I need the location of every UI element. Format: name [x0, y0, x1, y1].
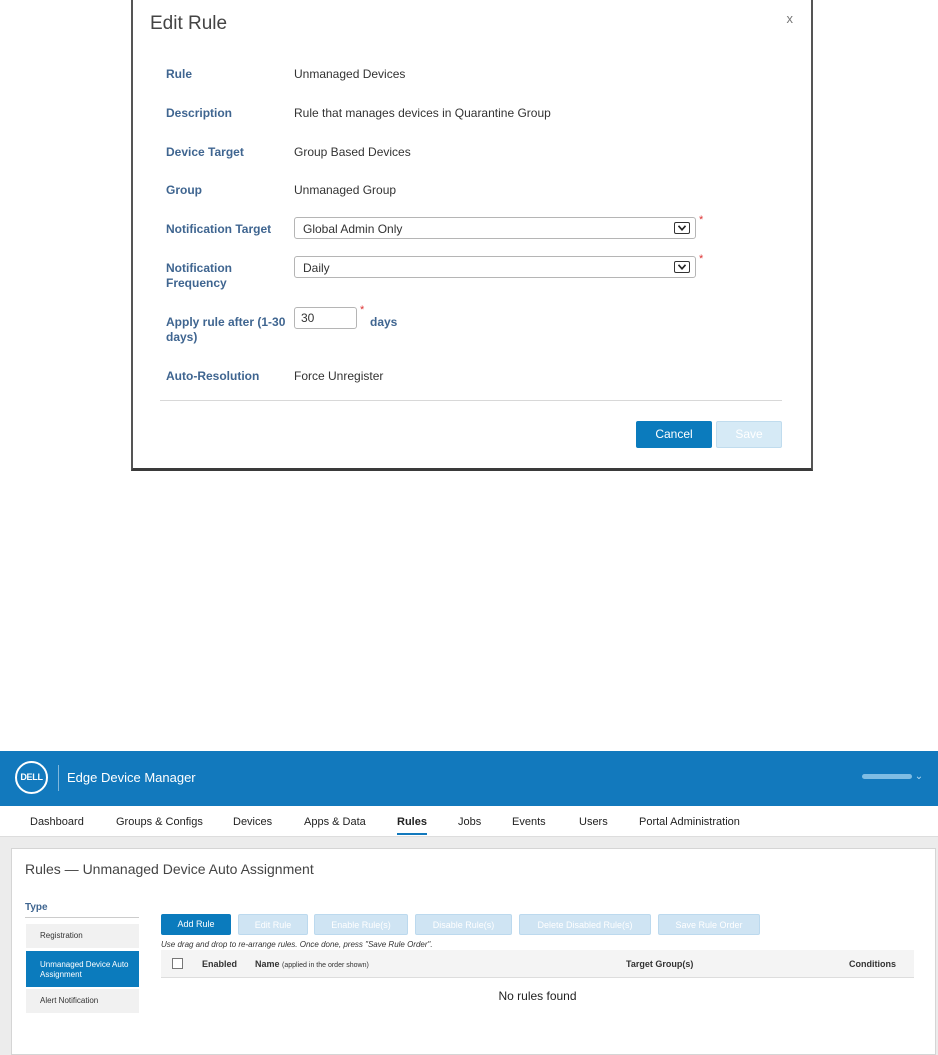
type-item-alert-notification[interactable]: Alert Notification	[26, 989, 139, 1013]
page-title: Rules — Unmanaged Device Auto Assignment	[25, 861, 314, 877]
notification-target-select[interactable]: Global Admin Only	[294, 217, 696, 239]
nav-portal-administration[interactable]: Portal Administration	[639, 816, 740, 828]
notification-frequency-label: Notification Frequency	[166, 261, 286, 291]
required-marker: *	[699, 214, 704, 226]
nav-users[interactable]: Users	[579, 816, 608, 828]
main-nav: Dashboard Groups & Configs Devices Apps …	[0, 806, 938, 837]
auto-resolution-label: Auto-Resolution	[166, 369, 260, 383]
nav-rules[interactable]: Rules	[397, 816, 427, 828]
type-item-label-line2: Assignment	[40, 970, 82, 979]
active-nav-indicator	[397, 833, 427, 835]
description-label: Description	[166, 106, 233, 120]
group-label: Group	[166, 183, 202, 197]
type-item-registration[interactable]: Registration	[26, 924, 139, 948]
rules-table-header: Enabled Name (applied in the order shown…	[161, 950, 914, 978]
column-name-note: (applied in the order shown)	[282, 962, 369, 969]
edit-rule-dialog: Edit Rule x Rule Unmanaged Devices Descr…	[131, 0, 813, 471]
type-divider	[25, 917, 139, 918]
notification-frequency-selected: Daily	[303, 261, 330, 275]
empty-table-message: No rules found	[498, 989, 577, 1003]
auto-resolution-value: Force Unregister	[294, 369, 384, 383]
user-email-redacted	[862, 773, 912, 779]
edit-rule-button[interactable]: Edit Rule	[238, 914, 308, 935]
notification-frequency-label-line2: Frequency	[166, 276, 227, 290]
dialog-divider	[160, 400, 782, 401]
description-value: Rule that manages devices in Quarantine …	[294, 106, 551, 120]
apply-rule-after-input[interactable]	[294, 307, 357, 329]
notification-frequency-select[interactable]: Daily	[294, 256, 696, 278]
drag-drop-hint: Use drag and drop to re-arrange rules. O…	[161, 940, 433, 949]
save-rule-order-button[interactable]: Save Rule Order	[658, 914, 760, 935]
days-unit-label: days	[370, 315, 398, 329]
nav-events[interactable]: Events	[512, 816, 546, 828]
delete-disabled-rules-button[interactable]: Delete Disabled Rule(s)	[519, 914, 651, 935]
dell-logo[interactable]: DELL	[15, 761, 48, 794]
app-name: Edge Device Manager	[67, 770, 196, 785]
rule-value: Unmanaged Devices	[294, 67, 406, 81]
notification-target-selected: Global Admin Only	[303, 222, 403, 236]
chevron-down-icon[interactable]	[674, 222, 690, 234]
apply-rule-after-label-line1: Apply rule after (1-30	[166, 315, 286, 329]
enable-rules-button[interactable]: Enable Rule(s)	[314, 914, 408, 935]
top-bar: DELL Edge Device Manager ⌄	[0, 751, 938, 806]
nav-dashboard[interactable]: Dashboard	[30, 816, 84, 828]
column-enabled[interactable]: Enabled	[202, 959, 237, 969]
type-item-unmanaged-device-auto-assignment[interactable]: Unmanaged Device Auto Assignment	[26, 951, 139, 987]
close-icon[interactable]: x	[787, 11, 794, 26]
column-conditions[interactable]: Conditions	[849, 959, 896, 969]
device-target-value: Group Based Devices	[294, 145, 411, 159]
required-marker: *	[360, 304, 365, 316]
nav-jobs[interactable]: Jobs	[458, 816, 481, 828]
apply-rule-after-label: Apply rule after (1-30 days)	[166, 315, 296, 345]
device-target-label: Device Target	[166, 145, 244, 159]
required-marker: *	[699, 253, 704, 265]
disable-rules-button[interactable]: Disable Rule(s)	[415, 914, 512, 935]
nav-groups-configs[interactable]: Groups & Configs	[116, 816, 203, 828]
nav-apps-data[interactable]: Apps & Data	[304, 816, 366, 828]
chevron-down-icon: ⌄	[914, 771, 924, 782]
save-button[interactable]: Save	[716, 421, 782, 448]
notification-target-label: Notification Target	[166, 222, 272, 236]
notification-frequency-label-line1: Notification	[166, 261, 232, 275]
add-rule-button[interactable]: Add Rule	[161, 914, 231, 935]
user-menu[interactable]: ⌄	[862, 771, 923, 782]
rules-panel: Rules — Unmanaged Device Auto Assignment…	[11, 848, 936, 1055]
rule-label: Rule	[166, 67, 193, 81]
group-value: Unmanaged Group	[294, 183, 397, 197]
nav-devices[interactable]: Devices	[233, 816, 272, 828]
column-target-groups[interactable]: Target Group(s)	[626, 959, 693, 969]
logo-separator	[58, 765, 59, 791]
column-name[interactable]: Name (applied in the order shown)	[255, 959, 369, 969]
apply-rule-after-label-line2: days)	[166, 330, 198, 344]
select-all-checkbox[interactable]	[172, 958, 183, 969]
portal-window: DELL Edge Device Manager ⌄ Dashboard Gro…	[0, 751, 938, 1055]
type-item-label-line1: Unmanaged Device Auto	[40, 960, 129, 969]
chevron-down-icon[interactable]	[674, 261, 690, 273]
dialog-title: Edit Rule	[150, 13, 228, 34]
type-heading: Type	[25, 902, 48, 913]
column-name-label: Name	[255, 959, 280, 969]
cancel-button[interactable]: Cancel	[636, 421, 712, 448]
